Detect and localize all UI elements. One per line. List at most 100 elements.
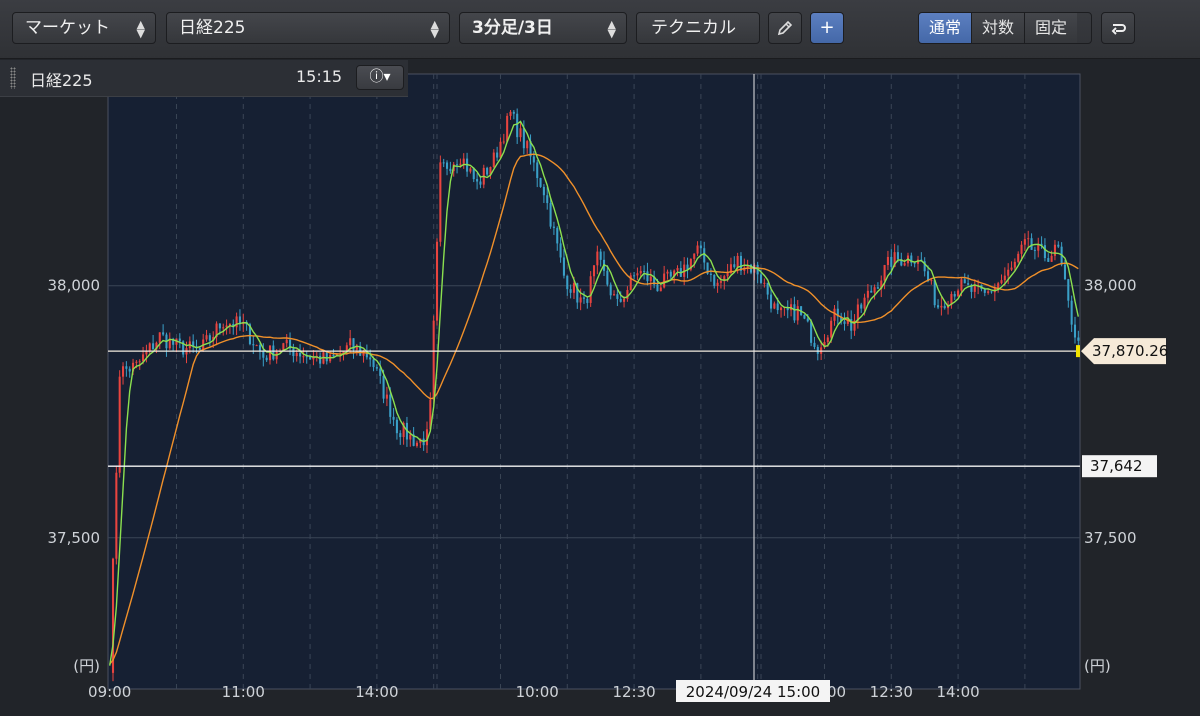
candle-down bbox=[983, 289, 986, 293]
crosshair-icon: + bbox=[819, 17, 835, 38]
candle-up bbox=[302, 356, 305, 358]
candle-up bbox=[439, 162, 442, 242]
candle-down bbox=[449, 168, 452, 172]
candle-up bbox=[763, 282, 766, 284]
candle-down bbox=[516, 113, 519, 138]
candle-down bbox=[539, 178, 542, 187]
last-price-label: 37,870.26 bbox=[1092, 342, 1168, 360]
candle-up bbox=[676, 268, 679, 271]
undo-button[interactable] bbox=[1101, 12, 1135, 44]
plot-frame bbox=[107, 73, 1081, 690]
candle-down bbox=[272, 345, 275, 360]
candle-down bbox=[1057, 244, 1060, 247]
candle-up bbox=[285, 339, 288, 344]
symbol-select[interactable]: 日経225 ▲ ▼ bbox=[166, 12, 450, 44]
candle-up bbox=[1007, 269, 1010, 276]
scale-mode-fixed[interactable]: 固定 bbox=[1025, 13, 1077, 43]
candle-down bbox=[803, 314, 806, 319]
candle-down bbox=[759, 274, 763, 283]
candlestick-chart[interactable]: 37,500 38,000 37,500 38,000 (円) (円) 09:0… bbox=[0, 59, 1200, 716]
candle-down bbox=[606, 270, 609, 285]
market-select[interactable]: マーケット ▲ ▼ bbox=[12, 12, 156, 44]
candle-up bbox=[1050, 255, 1053, 262]
x-tick-label: 14:00 bbox=[355, 683, 398, 701]
candle-down bbox=[860, 304, 863, 309]
candle-down bbox=[1063, 264, 1067, 280]
candle-up bbox=[796, 306, 799, 321]
candle-up bbox=[121, 366, 125, 377]
candle-down bbox=[476, 179, 479, 182]
candle-up bbox=[696, 245, 699, 254]
candle-down bbox=[1067, 279, 1070, 301]
candle-down bbox=[445, 162, 449, 169]
candle-down bbox=[536, 162, 539, 179]
candle-down bbox=[262, 351, 265, 358]
candle-down bbox=[292, 348, 295, 357]
candle-up bbox=[142, 354, 145, 362]
candle-up bbox=[833, 308, 836, 321]
candle-down bbox=[943, 305, 946, 309]
candle-down bbox=[619, 298, 622, 302]
candle-up bbox=[506, 115, 509, 142]
candle-up bbox=[973, 285, 976, 292]
select-arrows-icon: ▲ ▼ bbox=[607, 18, 616, 40]
return-arrow-icon bbox=[1111, 24, 1126, 35]
candle-up bbox=[716, 282, 719, 286]
candle-up bbox=[997, 283, 1000, 289]
draw-pencil-button[interactable] bbox=[768, 12, 802, 44]
select-arrows-icon: ▲ ▼ bbox=[136, 18, 145, 40]
info-symbol: 日経225 bbox=[30, 71, 93, 90]
candle-down bbox=[512, 111, 515, 114]
candle-up bbox=[415, 442, 419, 446]
scale-mode-log[interactable]: 対数 bbox=[972, 13, 1025, 43]
x-tick-label: 12:30 bbox=[612, 683, 655, 701]
candle-up bbox=[1053, 244, 1056, 256]
candle-down bbox=[733, 264, 736, 268]
pencil-icon bbox=[777, 20, 793, 36]
candle-down bbox=[1033, 249, 1036, 251]
candle-up bbox=[1000, 280, 1003, 284]
candle-up bbox=[255, 345, 258, 347]
candle-down bbox=[265, 357, 268, 361]
candle-down bbox=[643, 270, 646, 272]
candle-down bbox=[162, 332, 165, 335]
scale-mode-normal[interactable]: 通常 bbox=[919, 13, 972, 43]
candle-up bbox=[115, 472, 118, 559]
candle-up bbox=[1027, 238, 1030, 240]
drag-grip-icon[interactable] bbox=[10, 67, 16, 89]
price-tags: 37,870.26 37,642 bbox=[1081, 338, 1168, 478]
candle-down bbox=[379, 368, 382, 376]
candle-down bbox=[325, 352, 328, 362]
candle-up bbox=[736, 255, 739, 268]
candle-up bbox=[158, 332, 161, 343]
candle-up bbox=[987, 291, 990, 293]
candle-up bbox=[830, 320, 833, 338]
candle-up bbox=[469, 168, 472, 172]
candle-up bbox=[957, 290, 960, 297]
candle-up bbox=[636, 273, 639, 276]
candle-down bbox=[178, 338, 181, 342]
candle-up bbox=[526, 141, 529, 149]
unit-label-left: (円) bbox=[73, 657, 100, 675]
candle-up bbox=[592, 265, 596, 277]
technical-button[interactable]: テクニカル bbox=[636, 12, 760, 44]
candle-down bbox=[1047, 258, 1050, 262]
candle-up bbox=[886, 256, 889, 266]
interval-select[interactable]: 3分足/3日 ▲ ▼ bbox=[459, 12, 627, 44]
crosshair-time-label: 2024/09/24 15:00 bbox=[686, 683, 820, 701]
crosshair-button[interactable]: + bbox=[810, 12, 844, 44]
candle-down bbox=[843, 321, 846, 324]
candle-down bbox=[549, 203, 552, 227]
candle-up bbox=[509, 111, 512, 116]
candle-down bbox=[913, 262, 916, 264]
candle-down bbox=[496, 152, 499, 158]
x-tick-label: 11:00 bbox=[222, 683, 265, 701]
candle-up bbox=[873, 287, 876, 293]
candle-down bbox=[566, 275, 569, 290]
candle-up bbox=[1010, 267, 1013, 270]
info-menu-button[interactable]: ⓘ▾ bbox=[356, 65, 404, 90]
candle-up bbox=[385, 394, 388, 399]
candle-down bbox=[319, 355, 322, 364]
candle-down bbox=[816, 346, 819, 354]
candle-up bbox=[719, 281, 722, 283]
